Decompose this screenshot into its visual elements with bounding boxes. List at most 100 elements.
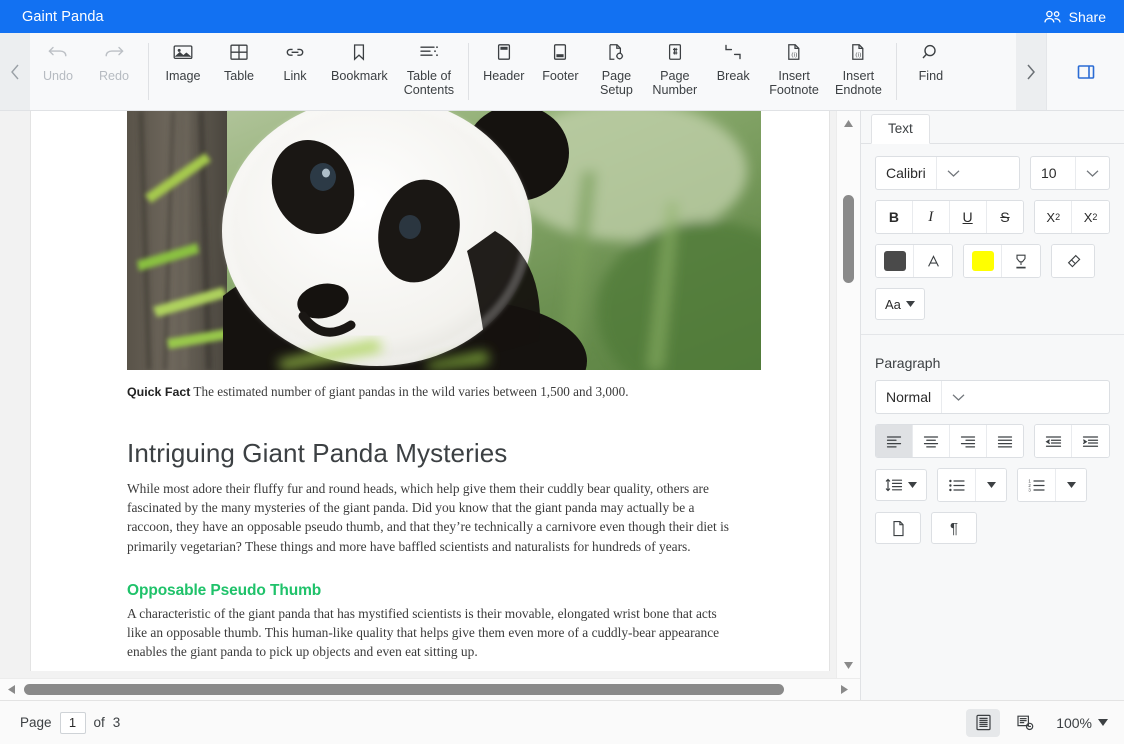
align-justify-icon [997,435,1013,448]
svg-text:(i): (i) [792,52,798,59]
numbered-list-button[interactable]: 1 2 3 [1018,469,1056,501]
vertical-scroll-thumb[interactable] [843,195,854,283]
caret-down-icon [1098,719,1108,726]
redo-button[interactable]: Redo [86,33,142,110]
insert-header-button[interactable]: Header [475,33,532,110]
toolbar-scroll-left-button[interactable] [0,33,30,110]
italic-button[interactable]: I [913,201,950,233]
subscript-label: X [1084,210,1093,225]
document-viewport[interactable]: Quick Fact The estimated number of giant… [0,111,860,678]
list-row: 1 2 3 [875,468,1110,502]
superscript-sup: 2 [1055,212,1060,222]
insert-link-button[interactable]: Link [267,33,323,110]
scroll-up-button[interactable] [837,115,861,133]
show-formatting-marks-button[interactable]: ¶ [931,512,977,544]
find-label: Find [919,69,944,83]
web-layout-icon [1015,713,1035,732]
clear-format-group [1051,244,1095,278]
numbered-list-icon: 1 2 3 [1028,479,1045,492]
font-family-select[interactable]: Calibri [875,156,1020,190]
page-label: Page [20,715,52,730]
highlight-color-swatch-button[interactable] [964,245,1002,277]
align-center-icon [923,435,939,448]
insert-bookmark-button[interactable]: Bookmark [323,33,396,110]
paragraph-page-button[interactable] [875,512,921,544]
align-right-button[interactable] [950,425,987,457]
paragraph-style-select[interactable]: Normal [875,380,1110,414]
pilcrow-icon: ¶ [950,520,958,537]
page-setup-button[interactable]: Page Setup [588,33,644,110]
insert-footnote-icon: (i) [783,39,805,65]
bold-button[interactable]: B [876,201,913,233]
caret-down-icon [908,482,917,488]
page-number-input[interactable] [60,712,86,734]
table-of-contents-button[interactable]: Table of Contents [396,33,462,110]
font-color-button[interactable] [914,245,952,277]
chevron-down-icon [936,157,970,189]
toolbar-right-section [1046,33,1124,110]
tab-text[interactable]: Text [871,114,930,144]
insert-table-button[interactable]: Table [211,33,267,110]
document-page[interactable]: Quick Fact The estimated number of giant… [30,111,830,671]
toolbar-divider [896,43,897,100]
insert-break-button[interactable]: Break [705,33,761,110]
highlight-button[interactable] [1002,245,1040,277]
insert-footer-button[interactable]: Footer [532,33,588,110]
align-left-icon [886,435,902,448]
numbered-list-dropdown-button[interactable] [1056,469,1086,501]
zoom-control[interactable]: 100% [1050,715,1108,731]
redo-label: Redo [99,69,129,83]
side-panel-toggle-button[interactable] [1075,62,1097,82]
align-left-button[interactable] [876,425,913,457]
text-style-row: B I U S X2 [875,200,1110,234]
bullet-list-dropdown-button[interactable] [976,469,1006,501]
find-button[interactable]: Find [903,33,959,110]
insert-footnote-label: Insert Footnote [769,69,819,97]
superscript-button[interactable]: X2 [1035,201,1072,233]
change-case-button[interactable]: Aa [875,288,925,320]
toolbar-divider [148,43,149,100]
insert-image-button[interactable]: Image [155,33,211,110]
scroll-down-button[interactable] [837,656,861,674]
page-break-icon [721,39,745,65]
font-color-swatch-button[interactable] [876,245,914,277]
increase-indent-button[interactable] [1072,425,1109,457]
highlight-group [963,244,1041,278]
underline-button[interactable]: U [950,201,987,233]
print-layout-view-button[interactable] [966,709,1000,737]
line-spacing-button[interactable] [875,469,927,501]
redo-arrow-icon [102,39,126,65]
align-center-button[interactable] [913,425,950,457]
horizontal-scroll-thumb[interactable] [24,684,784,695]
status-bar-right: 100% [966,709,1108,737]
share-button[interactable]: Share [1039,7,1110,27]
align-justify-button[interactable] [987,425,1024,457]
align-right-icon [960,435,976,448]
document-horizontal-scrollbar[interactable] [0,678,860,700]
insert-footnote-button[interactable]: (i) Insert Footnote [761,33,827,110]
clear-formatting-button[interactable] [1052,245,1094,277]
vertical-scroll-track[interactable] [837,111,860,678]
strikethrough-button[interactable]: S [987,201,1024,233]
page-number-icon [664,39,686,65]
document-vertical-scrollbar[interactable] [836,111,860,678]
page-number-button[interactable]: Page Number [644,33,705,110]
font-row: Calibri 10 [875,156,1110,190]
toolbar-scroll-right-button[interactable] [1016,33,1046,110]
web-layout-view-button[interactable] [1008,709,1042,737]
scroll-right-button[interactable] [832,681,856,699]
subscript-button[interactable]: X2 [1072,201,1109,233]
header-icon [493,39,515,65]
bullet-list-button[interactable] [938,469,976,501]
chevron-down-icon [941,381,975,413]
decrease-indent-button[interactable] [1035,425,1072,457]
font-size-select[interactable]: 10 [1030,156,1110,190]
scroll-left-button[interactable] [0,681,24,699]
paragraph-style-row: Normal [875,380,1110,414]
alignment-row [875,424,1110,458]
undo-button[interactable]: Undo [30,33,86,110]
insert-endnote-button[interactable]: (i) Insert Endnote [827,33,890,110]
numbered-list-group: 1 2 3 [1017,468,1087,502]
insert-endnote-label: Insert Endnote [835,69,882,97]
image-icon [172,39,194,65]
